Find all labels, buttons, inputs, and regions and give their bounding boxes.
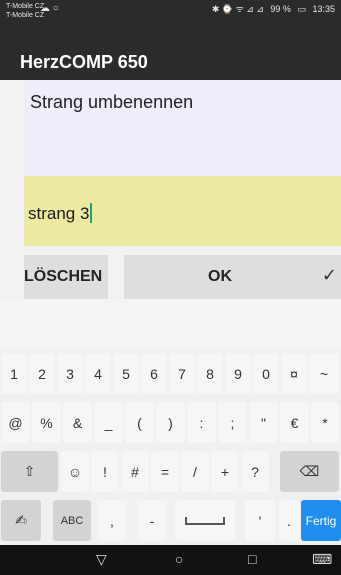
status-bar: T-Mobile CZ T-Mobile CZ ☁ ○ ✱ ⌚ ᯤ ⊿ ⊿ 99… bbox=[0, 0, 341, 44]
key-7[interactable]: 7 bbox=[169, 353, 195, 394]
key-0[interactable]: 0 bbox=[253, 353, 279, 394]
carrier-1: T-Mobile CZ bbox=[6, 3, 45, 10]
navigation-bar: ▽ ○ □ ⌨ bbox=[0, 545, 341, 575]
back-icon[interactable]: ▽ bbox=[96, 551, 107, 568]
key-percent[interactable]: % bbox=[32, 402, 61, 443]
empty-panel bbox=[0, 299, 341, 349]
carrier-labels: T-Mobile CZ T-Mobile CZ bbox=[6, 2, 44, 20]
key-question[interactable]: ? bbox=[241, 451, 269, 492]
app-title: HerzCOMP 650 bbox=[20, 52, 148, 72]
keyboard-row-2: @ % & _ ( ) : ; " € * bbox=[0, 398, 341, 447]
battery-percent: 99 % bbox=[270, 4, 291, 14]
screen: T-Mobile CZ T-Mobile CZ ☁ ○ ✱ ⌚ ᯤ ⊿ ⊿ 99… bbox=[0, 0, 341, 575]
key-euro[interactable]: € bbox=[280, 402, 309, 443]
key-quote[interactable]: " bbox=[249, 402, 278, 443]
key-slash[interactable]: / bbox=[181, 451, 209, 492]
dialog-title: Strang umbenennen bbox=[30, 92, 194, 112]
delete-button[interactable]: LÖSCHEN bbox=[24, 255, 108, 299]
keyboard: 1 2 3 4 5 6 7 8 9 0 ¤ ~ @ % & _ ( ) : ; … bbox=[0, 349, 341, 545]
recent-apps-icon[interactable]: □ bbox=[248, 551, 256, 567]
done-button[interactable]: Fertig bbox=[301, 500, 341, 541]
handwriting-icon[interactable]: ✍ bbox=[1, 500, 41, 541]
key-at[interactable]: @ bbox=[1, 402, 30, 443]
key-smiley[interactable]: ☺ bbox=[61, 451, 89, 492]
ok-button-label: OK bbox=[208, 268, 232, 285]
dialog-title-area: Strang umbenennen bbox=[24, 80, 341, 176]
key-dash[interactable]: - bbox=[137, 500, 167, 541]
key-comma[interactable]: , bbox=[97, 500, 127, 541]
ok-button[interactable]: OK ✓ bbox=[124, 255, 341, 299]
status-left-icons: ☁ ○ bbox=[40, 3, 59, 14]
name-input-field[interactable]: strang 3 bbox=[24, 176, 341, 246]
keyboard-row-3: ⇧ ☺ ! # = / + ? ⌫ bbox=[0, 447, 341, 496]
key-9[interactable]: 9 bbox=[225, 353, 251, 394]
delete-button-label: LÖSCHEN bbox=[24, 268, 103, 285]
key-paren-open[interactable]: ( bbox=[125, 402, 154, 443]
app-bar: HerzCOMP 650 bbox=[0, 44, 341, 80]
key-exclaim[interactable]: ! bbox=[91, 451, 119, 492]
status-right: ✱ ⌚ ᯤ ⊿ ⊿ 99 % ▭ 13:35 bbox=[208, 2, 335, 15]
key-semicolon[interactable]: ; bbox=[218, 402, 247, 443]
text-caret bbox=[90, 203, 93, 223]
clock: 13:35 bbox=[312, 4, 335, 14]
key-underscore[interactable]: _ bbox=[94, 402, 123, 443]
key-6[interactable]: 6 bbox=[141, 353, 167, 394]
space-bar-icon bbox=[185, 516, 225, 525]
key-ampersand[interactable]: & bbox=[63, 402, 92, 443]
status-icons: ✱ ⌚ ᯤ ⊿ ⊿ bbox=[211, 4, 264, 14]
keyboard-row-4: ✍ ABC , - ' . Fertig bbox=[0, 496, 341, 545]
keyboard-row-1: 1 2 3 4 5 6 7 8 9 0 ¤ ~ bbox=[0, 349, 341, 398]
key-hash[interactable]: # bbox=[121, 451, 149, 492]
key-5[interactable]: 5 bbox=[113, 353, 139, 394]
key-paren-close[interactable]: ) bbox=[156, 402, 185, 443]
key-colon[interactable]: : bbox=[187, 402, 216, 443]
keyboard-icon[interactable]: ⌨ bbox=[312, 551, 332, 568]
backspace-icon[interactable]: ⌫ bbox=[280, 451, 339, 492]
key-3[interactable]: 3 bbox=[57, 353, 83, 394]
key-equals[interactable]: = bbox=[151, 451, 179, 492]
name-input-value: strang 3 bbox=[28, 204, 90, 223]
check-icon: ✓ bbox=[321, 265, 337, 285]
key-tilde[interactable]: ~ bbox=[309, 353, 339, 394]
shift-icon[interactable]: ⇧ bbox=[1, 451, 58, 492]
key-8[interactable]: 8 bbox=[197, 353, 223, 394]
input-text-wrap: strang 3 bbox=[28, 203, 93, 224]
key-1[interactable]: 1 bbox=[1, 353, 27, 394]
key-plus[interactable]: + bbox=[211, 451, 239, 492]
space-key[interactable] bbox=[175, 500, 235, 541]
battery-icon: ▭ bbox=[297, 4, 306, 14]
abc-switch-button[interactable]: ABC bbox=[53, 500, 91, 541]
key-2[interactable]: 2 bbox=[29, 353, 55, 394]
key-asterisk[interactable]: * bbox=[311, 402, 339, 443]
home-icon[interactable]: ○ bbox=[175, 551, 183, 567]
key-4[interactable]: 4 bbox=[85, 353, 111, 394]
carrier-2: T-Mobile CZ bbox=[6, 12, 45, 19]
key-currency[interactable]: ¤ bbox=[281, 353, 307, 394]
key-apostrophe[interactable]: ' bbox=[245, 500, 275, 541]
key-period[interactable]: . bbox=[279, 500, 299, 541]
